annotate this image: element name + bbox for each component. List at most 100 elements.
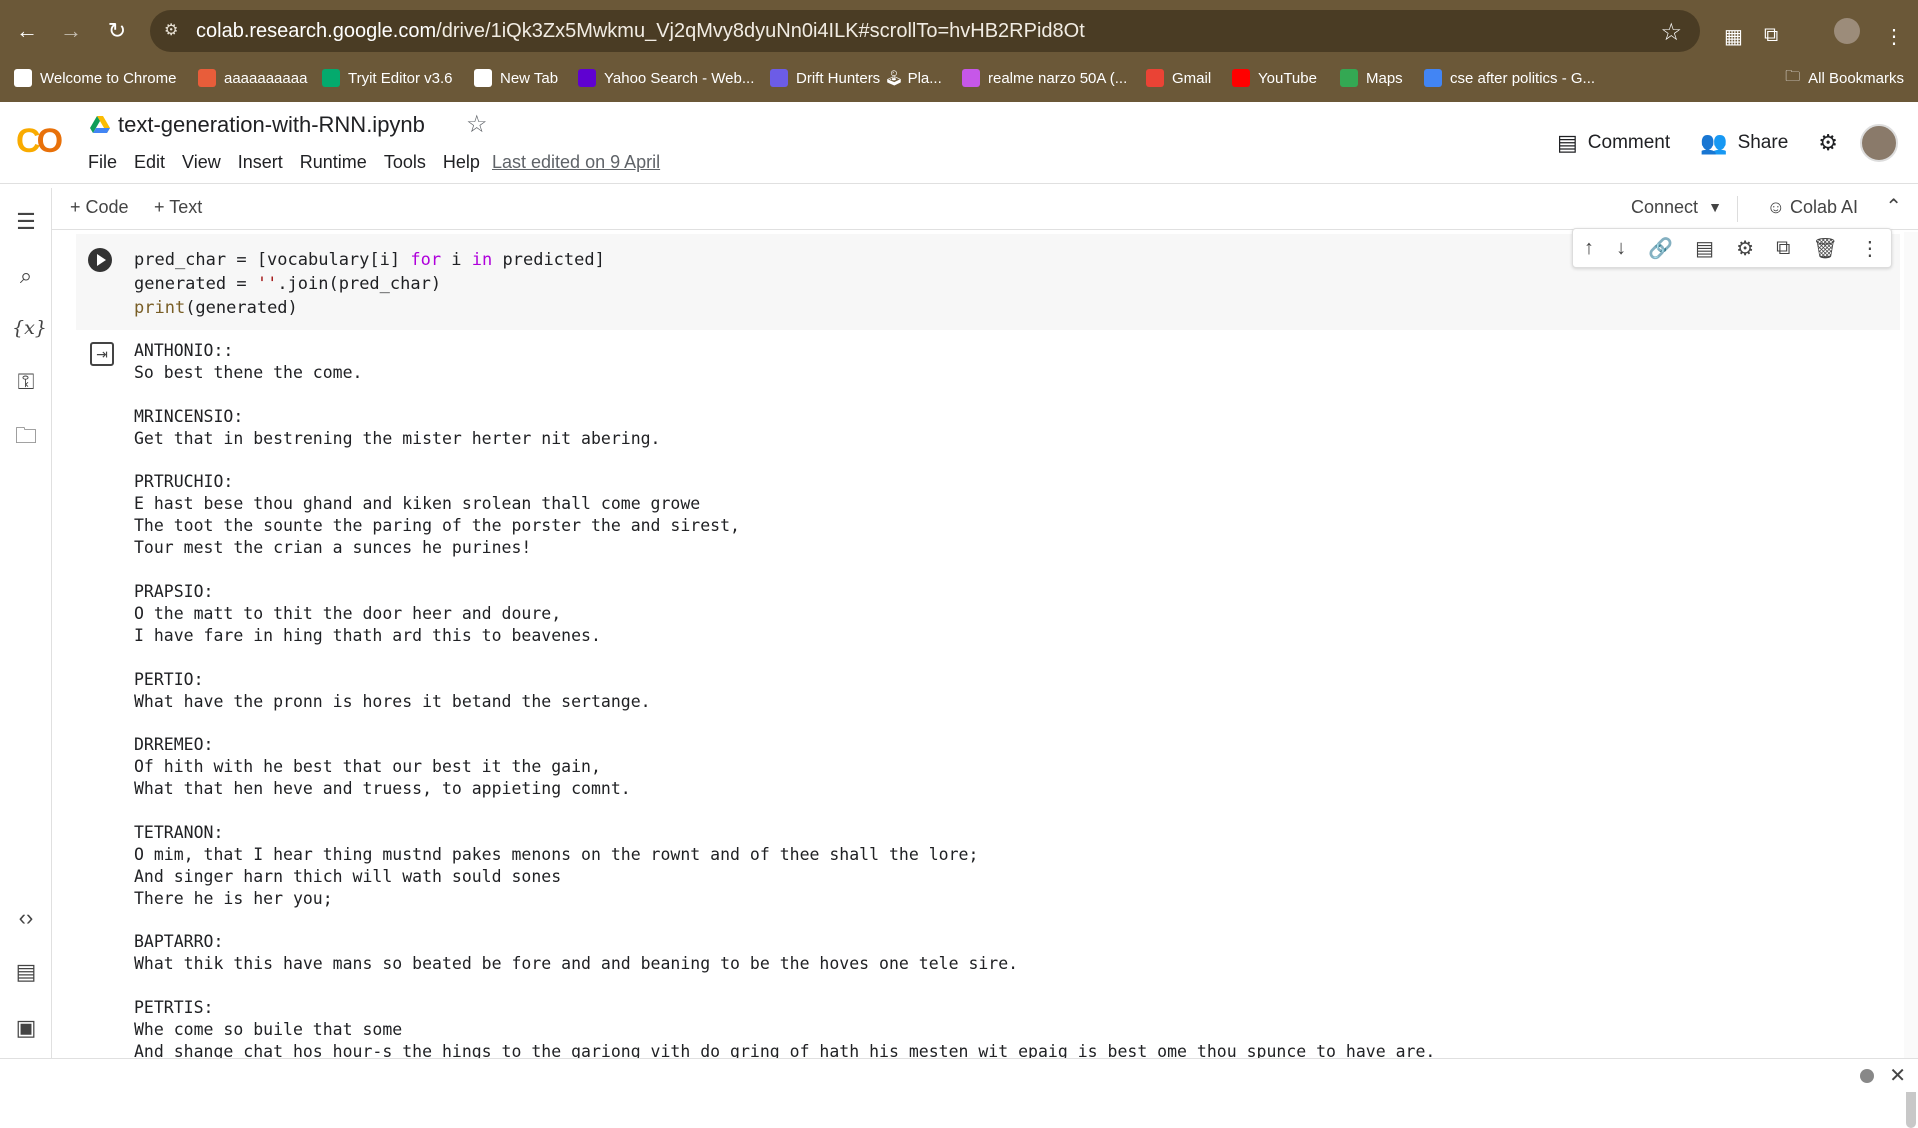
site-settings-icon[interactable]: ⚙ (164, 21, 184, 41)
key-icon[interactable]: ⚿ (12, 368, 40, 396)
comment-label: Comment (1587, 132, 1671, 153)
bookmark-item[interactable]: New Tab (474, 66, 558, 90)
move-down-icon[interactable]: ↓ (1616, 237, 1626, 260)
code-line[interactable]: generated = ''.join(pred_char) (134, 272, 605, 296)
extension-icon[interactable]: ▦ (1724, 24, 1743, 49)
notebook-toolbar: + Code + Text Connect ▼ ☺ Colab AI ⌃ (52, 188, 1918, 230)
bookmark-favicon-icon (962, 69, 980, 87)
code-line[interactable]: pred_char = [vocabulary[i] for i in pred… (134, 248, 605, 272)
bookmark-item[interactable]: Drift Hunters 🕹 Pla... (770, 66, 942, 90)
colab-ai-button[interactable]: ☺ Colab AI (1767, 197, 1858, 218)
bookmark-label: Tryit Editor v3.6 (348, 69, 453, 87)
colab-logo[interactable]: CO (16, 122, 63, 161)
add-text-button[interactable]: + Text (154, 197, 202, 218)
bookmark-item[interactable]: realme narzo 50A (... (962, 66, 1127, 90)
notebook-title[interactable]: text-generation-with-RNN.ipynb (118, 112, 425, 138)
search-icon[interactable]: ⌕ (12, 262, 40, 290)
profile-avatar-icon[interactable] (1834, 18, 1860, 44)
reload-icon[interactable]: ↻ (102, 16, 132, 46)
terminal-icon[interactable]: ▣ (12, 1014, 40, 1042)
bookmark-label: Drift Hunters 🕹 Pla... (796, 70, 942, 87)
google-drive-icon (90, 116, 110, 133)
bookmark-item[interactable]: Maps (1340, 66, 1403, 90)
table-of-contents-icon[interactable]: ☰ (12, 208, 40, 236)
code-editor[interactable]: pred_char = [vocabulary[i] for i in pred… (134, 248, 605, 320)
add-code-button[interactable]: + Code (70, 197, 129, 218)
bookmark-star-icon[interactable]: ☆ (1660, 18, 1682, 47)
menu-item-help[interactable]: Help (443, 152, 480, 173)
comment-button[interactable]: ▤ Comment (1557, 130, 1670, 156)
bookmark-item[interactable]: Yahoo Search - Web... (578, 66, 754, 90)
folder-icon[interactable]: 🗀 (12, 422, 40, 450)
menu-item-tools[interactable]: Tools (384, 152, 426, 173)
menu-item-view[interactable]: View (182, 152, 221, 173)
status-indicator (1860, 1069, 1874, 1083)
code-cell[interactable]: pred_char = [vocabulary[i] for i in pred… (76, 228, 1900, 1061)
gear-icon[interactable]: ⚙ (1736, 236, 1754, 261)
bookmark-label: realme narzo 50A (... (988, 69, 1128, 87)
status-bar: ✕ (0, 1058, 1918, 1092)
bookmark-favicon-icon (1424, 69, 1442, 87)
folder-icon: 🗀 (1785, 68, 1801, 85)
bookmark-item[interactable]: Tryit Editor v3.6 (322, 66, 452, 90)
command-palette-icon[interactable]: ▤ (12, 958, 40, 986)
collapse-icon[interactable]: ⌃ (1885, 194, 1902, 219)
back-arrow-icon[interactable]: ← (12, 16, 42, 46)
share-label: Share (1737, 132, 1789, 153)
star-notebook-icon[interactable]: ☆ (466, 110, 488, 139)
bookmark-favicon-icon (1340, 69, 1358, 87)
settings-button[interactable]: ⚙ (1818, 130, 1838, 156)
last-edited-link[interactable]: Last edited on 9 April (492, 152, 660, 173)
colab-ai-icon: ☺ (1766, 197, 1790, 217)
colab-header: CO text-generation-with-RNN.ipynb ☆ File… (0, 102, 1918, 184)
menu-item-edit[interactable]: Edit (134, 152, 165, 173)
bookmarks-bar: Welcome to Chrome aaaaaaaaaa Tryit Editor … (0, 62, 1918, 94)
address-bar[interactable]: ⚙ colab.research.google.com/drive/1iQk3Z… (150, 10, 1700, 52)
gear-icon: ⚙ (1818, 130, 1838, 155)
bookmark-favicon-icon (770, 69, 788, 87)
chevron-down-icon[interactable]: ▼ (1708, 199, 1722, 215)
bookmark-label: YouTube (1258, 69, 1317, 87)
menu-item-insert[interactable]: Insert (238, 152, 283, 173)
cell-toolbar: ↑ ↓ 🔗 ▤ ⚙ ⧉ 🗑 ⋮ (1572, 228, 1892, 268)
puzzle-icon[interactable]: ⧉ (1764, 24, 1778, 47)
bookmark-label: Yahoo Search - Web... (604, 69, 755, 87)
left-sidebar: ☰ ⌕ {x} ⚿ 🗀 ‹› ▤ ▣ (0, 188, 52, 1058)
people-icon: 👥 (1700, 130, 1728, 155)
link-icon[interactable]: 🔗 (1648, 236, 1673, 261)
variables-icon[interactable]: {x} (12, 314, 47, 342)
avatar[interactable] (1860, 124, 1898, 162)
bookmark-item[interactable]: aaaaaaaaaa (198, 66, 307, 90)
menu-item-file[interactable]: File (88, 152, 117, 173)
bookmark-favicon-icon (14, 69, 32, 87)
all-bookmarks-button[interactable]: 🗀 All Bookmarks (1785, 66, 1904, 91)
bookmark-favicon-icon (1232, 69, 1250, 87)
share-button[interactable]: 👥 Share (1700, 130, 1788, 156)
bookmark-favicon-icon (198, 69, 216, 87)
mirror-cell-icon[interactable]: ⧉ (1776, 237, 1790, 260)
comment-icon[interactable]: ▤ (1695, 236, 1714, 261)
bookmark-item[interactable]: YouTube (1232, 66, 1317, 90)
bookmark-item[interactable]: Welcome to Chrome (14, 66, 176, 90)
more-options-icon[interactable]: ⋮ (1860, 236, 1880, 261)
code-line[interactable]: print(generated) (134, 296, 605, 320)
bookmark-item[interactable]: Gmail (1146, 66, 1211, 90)
chrome-menu-icon[interactable]: ⋮ (1884, 24, 1904, 49)
url-text[interactable]: colab.research.google.com/drive/1iQk3Zx5… (196, 20, 1085, 43)
menu-bar: File Edit View Insert Runtime Tools Help (88, 152, 497, 173)
delete-icon[interactable]: 🗑 (1812, 236, 1837, 261)
output-icon[interactable]: ⇥ (90, 342, 114, 366)
run-cell-button[interactable] (88, 248, 112, 272)
bookmark-favicon-icon (322, 69, 340, 87)
connect-button[interactable]: Connect (1631, 197, 1698, 218)
bookmark-label: aaaaaaaaaa (224, 69, 308, 87)
bookmark-item[interactable]: cse after politics - G... (1424, 66, 1595, 90)
forward-arrow-icon[interactable]: → (56, 16, 86, 46)
move-up-icon[interactable]: ↑ (1584, 237, 1594, 260)
scrollbar[interactable] (1904, 232, 1918, 1128)
url-path: /drive/1iQk3Zx5Mwkmu_Vj2qMvy8dyuNn0i4ILK… (436, 20, 1085, 42)
close-icon[interactable]: ✕ (1889, 1063, 1906, 1088)
menu-item-runtime[interactable]: Runtime (300, 152, 367, 173)
bookmark-favicon-icon (578, 69, 596, 87)
code-snippets-icon[interactable]: ‹› (12, 904, 40, 932)
